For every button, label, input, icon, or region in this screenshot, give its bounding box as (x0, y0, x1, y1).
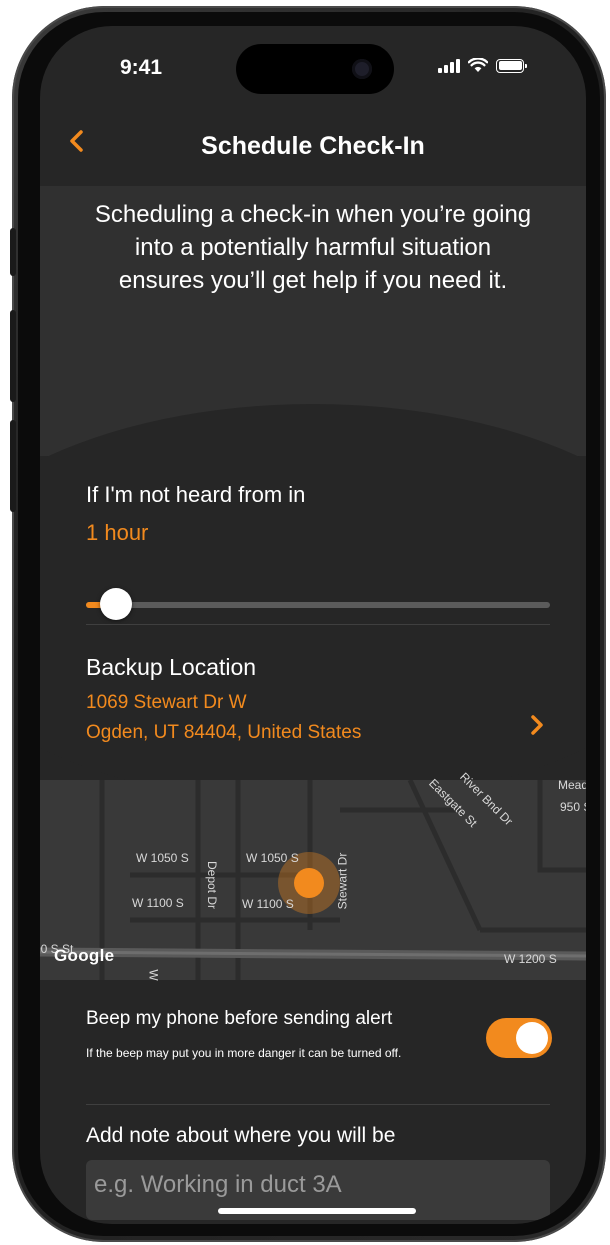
map-street-label: Stewart Dr (335, 852, 350, 910)
checkin-slider-thumb[interactable] (100, 588, 132, 620)
backup-address-line1[interactable]: 1069 Stewart Dr W (86, 692, 247, 714)
home-indicator[interactable] (218, 1208, 416, 1214)
note-placeholder: e.g. Working in duct 3A (94, 1171, 342, 1198)
page-title: Schedule Check-In (201, 132, 425, 160)
chevron-right-icon[interactable] (526, 712, 548, 738)
app-screen: 9:41 Schedule Check-In Scheduling a chec… (40, 26, 586, 1224)
intro-text: Scheduling a check-in when you’re going … (94, 201, 532, 294)
divider (86, 624, 550, 625)
divider (86, 1104, 550, 1105)
map-street-label: Depot Dr (205, 860, 220, 910)
dynamic-island (236, 44, 394, 94)
location-pin-icon (294, 868, 324, 898)
beep-hint: If the beep may put you in more danger i… (86, 1046, 402, 1060)
battery-icon (496, 58, 527, 73)
checkin-value: 1 hour (86, 520, 149, 545)
map-street-label: W 1200 S (504, 952, 557, 966)
map-street-label: Meado (558, 778, 586, 792)
action-button (10, 228, 16, 276)
beep-label: Beep my phone before sending alert (86, 1008, 393, 1029)
status-bar: 9:41 (40, 26, 586, 116)
map-street-label: W 1100 S (242, 897, 294, 911)
backup-address-line2[interactable]: Ogden, UT 84404, United States (86, 722, 361, 744)
camera-icon (352, 59, 372, 79)
checkin-label: If I'm not heard from in (86, 482, 306, 507)
map-street-label: W 1050 S (246, 851, 299, 865)
map-street-label: 950 S (560, 800, 586, 814)
backup-location-label: Backup Location (86, 654, 257, 680)
volume-down-button (10, 420, 16, 512)
beep-toggle[interactable] (486, 1018, 552, 1058)
status-icons (438, 58, 527, 73)
volume-up-button (10, 310, 16, 402)
map-street-label: W (146, 969, 161, 981)
status-time: 9:41 (120, 56, 163, 79)
toggle-knob (516, 1022, 548, 1054)
note-label: Add note about where you will be (86, 1124, 396, 1147)
map-street-label: W 1100 S (132, 896, 184, 910)
cellular-signal-icon (438, 58, 460, 73)
google-logo: Google (54, 946, 115, 965)
checkin-slider-track[interactable] (86, 602, 550, 608)
map-street-label: W 1050 S (136, 851, 189, 865)
wifi-icon (468, 58, 488, 72)
